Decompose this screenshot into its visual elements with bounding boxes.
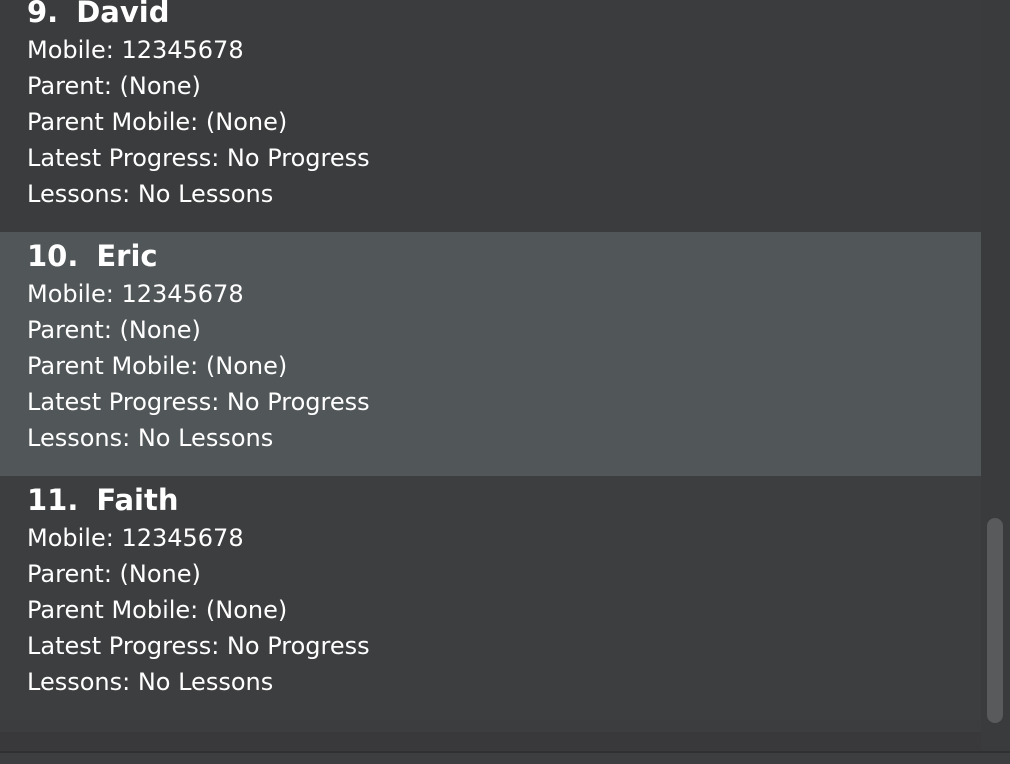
student-card-header: 10. Eric xyxy=(27,232,981,276)
student-name: Eric xyxy=(96,239,158,273)
student-parent: Parent: (None) xyxy=(27,72,201,100)
student-lessons: Lessons: No Lessons xyxy=(27,424,274,452)
student-mobile: Mobile: 12345678 xyxy=(27,280,244,308)
student-parent: Parent: (None) xyxy=(27,560,201,588)
student-parent-mobile: Parent Mobile: (None) xyxy=(27,108,288,136)
student-latest-progress: Latest Progress: No Progress xyxy=(27,632,370,660)
student-parent: Parent: (None) xyxy=(27,316,201,344)
student-mobile: Mobile: 12345678 xyxy=(27,524,244,552)
student-latest-progress: Latest Progress: No Progress xyxy=(27,144,370,172)
student-list[interactable]: 9. David Mobile: 12345678 Parent: (None) … xyxy=(0,0,981,732)
vertical-scrollbar[interactable] xyxy=(981,0,1010,752)
student-name: Faith xyxy=(96,483,179,517)
student-mobile: Mobile: 12345678 xyxy=(27,36,244,64)
student-index: 9. xyxy=(27,0,59,29)
student-card-header: 11. Faith xyxy=(27,476,981,520)
bottom-panel xyxy=(0,753,1010,764)
student-latest-progress: Latest Progress: No Progress xyxy=(27,388,370,416)
student-name: David xyxy=(76,0,170,29)
student-parent-mobile: Parent Mobile: (None) xyxy=(27,352,288,380)
student-card-faith[interactable]: 11. Faith Mobile: 12345678 Parent: (None)… xyxy=(0,476,981,720)
student-card-david[interactable]: 9. David Mobile: 12345678 Parent: (None) … xyxy=(0,0,981,232)
scrollbar-thumb[interactable] xyxy=(987,518,1003,723)
student-parent-mobile: Parent Mobile: (None) xyxy=(27,596,288,624)
student-card-eric[interactable]: 10. Eric Mobile: 12345678 Parent: (None) … xyxy=(0,232,981,476)
student-lessons: Lessons: No Lessons xyxy=(27,180,274,208)
student-lessons: Lessons: No Lessons xyxy=(27,668,274,696)
list-bottom-padding xyxy=(0,732,981,752)
student-index: 11. xyxy=(27,483,79,517)
student-index: 10. xyxy=(27,239,79,273)
student-card-header: 9. David xyxy=(27,0,981,32)
